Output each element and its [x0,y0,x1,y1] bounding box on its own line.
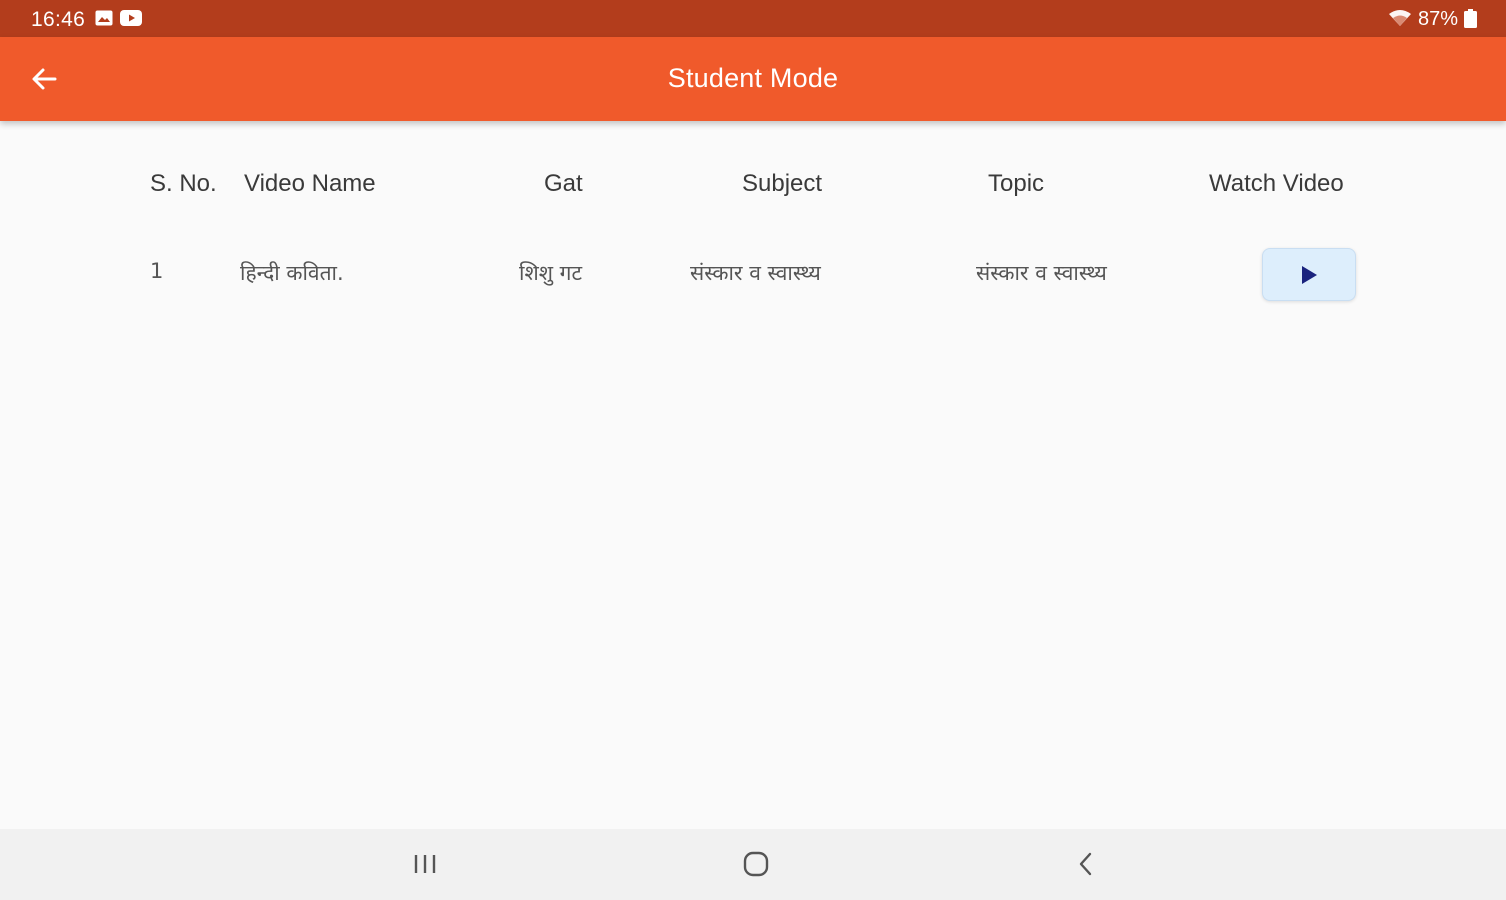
image-icon [95,10,113,31]
home-icon [743,851,769,877]
recent-apps-icon [414,855,436,873]
navigation-bar [0,829,1506,900]
battery-icon [1464,9,1477,33]
watch-video-button[interactable] [1262,248,1356,301]
column-header-sno: S. No. [150,170,217,197]
recent-apps-button[interactable] [405,847,445,881]
column-header-topic: Topic [988,170,1045,197]
table-header: S. No. Video Name Gat Subject Topic Watc… [0,170,1506,204]
cell-subject: संस्कार व स्वास्थ्य [690,261,821,285]
cell-video-name: हिन्दी कविता. [240,261,344,285]
home-button[interactable] [736,847,776,881]
screen: 16:46 87% Student Mode S. No. Video Name… [0,0,1506,900]
column-header-watch-video: Watch Video [1209,170,1344,197]
play-icon [1302,265,1317,284]
table-row: 1 हिन्दी कविता. शिशु गट संस्कार व स्वास्… [0,246,1506,304]
status-bar: 16:46 87% [0,0,1506,37]
page-title: Student Mode [667,63,839,93]
column-header-subject: Subject [742,170,823,197]
column-header-gat: Gat [544,170,583,197]
back-icon [1079,852,1092,876]
youtube-icon [120,10,142,31]
app-bar: Student Mode [0,37,1506,121]
nav-back-button[interactable] [1066,847,1106,881]
status-time: 16:46 [31,8,86,31]
cell-topic: संस्कार व स्वास्थ्य [976,261,1107,285]
cell-sno: 1 [150,259,164,283]
wifi-icon [1388,9,1412,32]
battery-percentage: 87% [1417,8,1458,30]
cell-gat: शिशु गट [519,261,583,285]
column-header-video-name: Video Name [244,170,376,197]
